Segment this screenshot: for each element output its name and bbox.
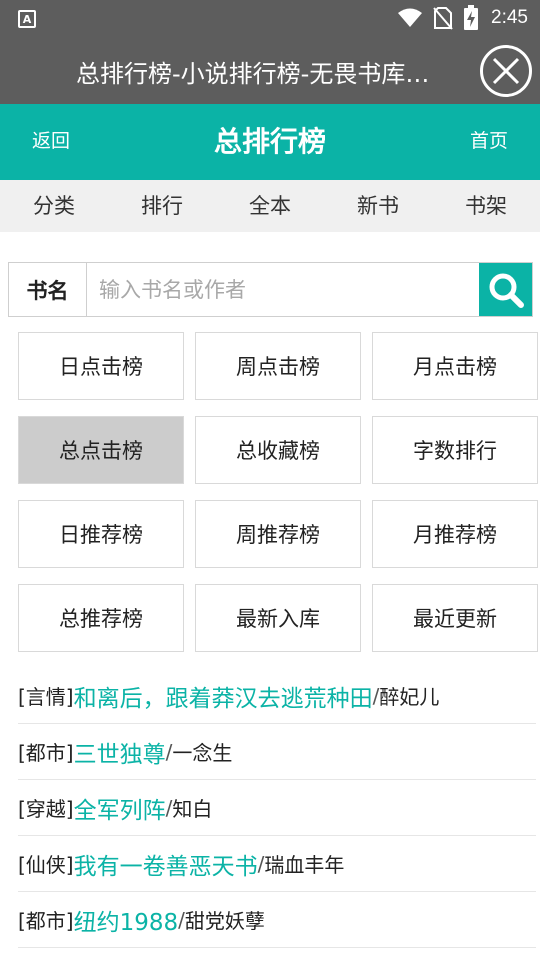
book-category: [言情] — [18, 685, 74, 709]
book-title-link[interactable]: 纽约1988 — [74, 903, 179, 937]
list-item: [都市] 纽约1988/甜党妖孽 — [18, 892, 536, 948]
page-title: 总排行榜-小说排行榜-无畏书库… — [76, 60, 430, 88]
nav-item-ranking[interactable]: 排行 — [108, 180, 216, 232]
separator: / — [178, 907, 185, 932]
status-bar: A 2:45 — [0, 0, 540, 36]
main-nav: 分类 排行 全本 新书 书架 — [0, 180, 540, 232]
nav-item-completed[interactable]: 全本 — [216, 180, 324, 232]
book-author: 瑞血丰年 — [264, 853, 345, 877]
no-sim-icon — [433, 7, 453, 30]
battery-charging-icon — [464, 5, 479, 30]
book-author: 甜党妖孽 — [184, 909, 265, 933]
separator: / — [165, 739, 173, 764]
app-notification-icon: A — [18, 10, 36, 28]
book-category: [仙侠] — [18, 853, 74, 877]
rank-daily-clicks[interactable]: 日点击榜 — [18, 332, 184, 400]
nav-item-bookshelf[interactable]: 书架 — [432, 180, 540, 232]
search-icon — [489, 273, 524, 308]
rank-weekly-recommend[interactable]: 周推荐榜 — [195, 500, 361, 568]
header-title: 总排行榜 — [213, 125, 326, 158]
book-author: 一念生 — [172, 741, 233, 765]
nav-item-new[interactable]: 新书 — [324, 180, 432, 232]
list-item: [言情] 和离后，跟着莽汉去逃荒种田 / 醉妃儿 — [18, 668, 536, 724]
list-item: [仙侠] 我有一卷善恶天书 / 瑞血丰年 — [18, 836, 536, 892]
status-time: 2:45 — [491, 7, 528, 28]
search-bar: 书名 — [8, 262, 533, 317]
book-category: [都市] — [18, 741, 74, 765]
home-link[interactable]: 首页 — [470, 126, 508, 153]
nav-item-category[interactable]: 分类 — [0, 180, 108, 232]
rank-total-favorites[interactable]: 总收藏榜 — [195, 416, 361, 484]
list-item: [都市] 三世独尊 / 一念生 — [18, 724, 536, 780]
rank-word-count[interactable]: 字数排行 — [372, 416, 538, 484]
book-category: [都市] — [18, 909, 74, 933]
close-button[interactable] — [480, 45, 532, 97]
search-label: 书名 — [9, 263, 87, 316]
book-title-link[interactable]: 我有一卷善恶天书 — [74, 847, 258, 881]
book-title-link[interactable]: 三世独尊 — [74, 735, 166, 769]
book-author: 醉妃儿 — [379, 685, 440, 709]
separator: / — [257, 851, 265, 876]
search-input[interactable] — [87, 263, 479, 316]
book-author: 知白 — [172, 797, 213, 821]
separator: / — [165, 795, 173, 820]
book-list: [言情] 和离后，跟着莽汉去逃荒种田 / 醉妃儿 [都市] 三世独尊 / 一念生 [穿越] 全… — [18, 668, 536, 948]
search-button[interactable] — [479, 263, 532, 316]
book-title-link[interactable]: 和离后，跟着莽汉去逃荒种田 — [74, 679, 373, 713]
rank-monthly-clicks[interactable]: 月点击榜 — [372, 332, 538, 400]
rank-daily-recommend[interactable]: 日推荐榜 — [18, 500, 184, 568]
wifi-icon — [398, 8, 423, 27]
close-icon — [492, 57, 520, 85]
rank-newest[interactable]: 最新入库 — [195, 584, 361, 652]
rank-grid: 日点击榜 周点击榜 月点击榜 总点击榜 总收藏榜 字数排行 日推荐榜 周推荐榜 … — [18, 332, 538, 652]
list-item: [穿越] 全军列阵 / 知白 — [18, 780, 536, 836]
rank-total-clicks[interactable]: 总点击榜 — [18, 416, 184, 484]
status-icons: 2:45 — [397, 0, 528, 36]
rank-recently-updated[interactable]: 最近更新 — [372, 584, 538, 652]
site-header: 返回 总排行榜 首页 — [0, 104, 540, 180]
rank-weekly-clicks[interactable]: 周点击榜 — [195, 332, 361, 400]
rank-total-recommend[interactable]: 总推荐榜 — [18, 584, 184, 652]
book-title-link[interactable]: 全军列阵 — [74, 791, 166, 825]
book-category: [穿越] — [18, 797, 74, 821]
rank-monthly-recommend[interactable]: 月推荐榜 — [372, 500, 538, 568]
web-title-bar: 总排行榜-小说排行榜-无畏书库… — [0, 36, 540, 104]
separator: / — [372, 683, 380, 708]
